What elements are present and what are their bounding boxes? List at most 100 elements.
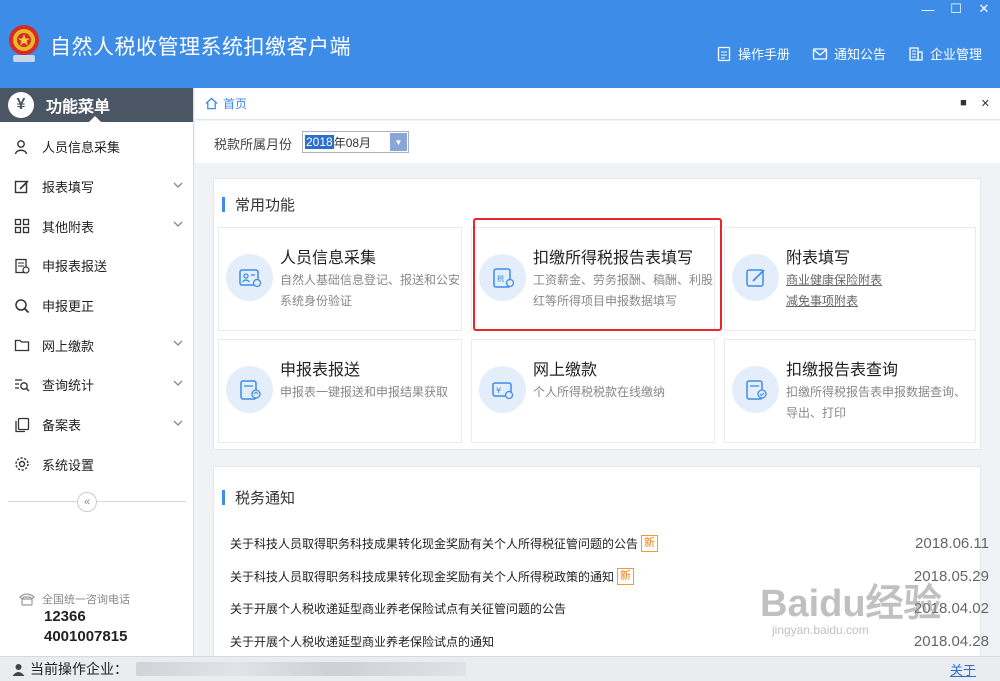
sidebar-item-label: 查询统计 bbox=[42, 378, 95, 394]
card-desc: 扣缴所得税报告表申报数据查询、导出、打印 bbox=[786, 385, 967, 420]
notice-label: 通知公告 bbox=[833, 47, 886, 62]
company-name-redacted bbox=[136, 662, 466, 676]
sidebar-item-label: 备案表 bbox=[42, 418, 82, 434]
sidebar-item-label: 申报更正 bbox=[42, 299, 95, 315]
breadcrumb-home: 首页 bbox=[223, 97, 248, 111]
breadcrumb[interactable]: 首页 bbox=[205, 95, 247, 112]
report-query-icon bbox=[732, 366, 779, 413]
card-online-payment[interactable]: ¥ 网上缴款 个人所得税税款在线缴纳 bbox=[471, 339, 715, 443]
month-select[interactable]: 2018 年08月 ▼ bbox=[302, 131, 409, 153]
sidebar-item-label: 系统设置 bbox=[42, 457, 95, 473]
report-send-icon bbox=[15, 258, 30, 274]
user-icon bbox=[12, 663, 25, 676]
baidu-watermark: Baidu经验 jingyan.baidu.com bbox=[760, 572, 942, 637]
card-desc: 工资薪金、劳务报酬、稿酬、利股红等所得项目申报数据填写 bbox=[533, 273, 714, 308]
card-title: 网上缴款 bbox=[533, 362, 598, 379]
company-label: 企业管理 bbox=[929, 47, 982, 62]
sidebar-menu: 人员信息采集 报表填写 其他附表 申报表报送 申报更正 网上缴款 查询统计 备案… bbox=[0, 127, 193, 484]
close-tab-icon[interactable]: ✕ bbox=[981, 97, 990, 110]
status-bar: 当前操作企业： 关于 bbox=[0, 656, 1000, 681]
card-desc: 自然人基础信息登记、报送和公安系统身份验证 bbox=[280, 273, 461, 308]
new-badge: 新 bbox=[641, 534, 659, 552]
reduction-attachment-link[interactable]: 减免事项附表 bbox=[786, 291, 976, 312]
sidebar-item-online-payment[interactable]: 网上缴款 bbox=[0, 325, 193, 365]
watermark-brand: Baidu经验 bbox=[760, 583, 942, 625]
yen-icon: ¥ bbox=[8, 92, 34, 118]
chevron-down-icon bbox=[173, 380, 183, 387]
month-label: 税款所属月份 bbox=[214, 137, 293, 152]
sidebar-item-filing[interactable]: 备案表 bbox=[0, 405, 193, 445]
common-functions-title: 常用功能 bbox=[235, 197, 296, 214]
tax-notice-title: 税务通知 bbox=[235, 490, 296, 507]
report-send-icon bbox=[226, 366, 273, 413]
sidebar-item-report-send[interactable]: 申报表报送 bbox=[0, 246, 193, 286]
card-desc: 申报表一键报送和申报结果获取 bbox=[280, 385, 449, 399]
breadcrumb-bar: 首页 ■ ✕ bbox=[195, 88, 1000, 120]
dropdown-arrow-icon[interactable]: ▼ bbox=[390, 133, 407, 151]
notice-text: 关于科技人员取得职务科技成果转化现金奖励有关个人所得税政策的通知 bbox=[230, 569, 615, 584]
about-link[interactable]: 关于 bbox=[950, 660, 976, 679]
sidebar-item-personnel[interactable]: 人员信息采集 bbox=[0, 127, 193, 167]
title-accent bbox=[222, 490, 225, 505]
sidebar-header: ¥ 功能菜单 bbox=[0, 88, 193, 123]
tax-form-icon: 税 bbox=[479, 254, 526, 301]
notice-text: 关于开展个人税收递延型商业养老保险试点有关征管问题的公告 bbox=[230, 602, 567, 617]
close-icon[interactable]: ✕ bbox=[976, 1, 992, 16]
home-icon bbox=[205, 97, 218, 110]
new-badge: 新 bbox=[617, 567, 635, 585]
sidebar-item-query[interactable]: 查询统计 bbox=[0, 365, 193, 405]
top-nav: 操作手册 通知公告 企业管理 bbox=[716, 44, 982, 63]
card-title: 扣缴报告表查询 bbox=[786, 362, 899, 379]
gear-icon bbox=[15, 457, 29, 472]
card-title: 人员信息采集 bbox=[280, 250, 377, 267]
payment-icon: ¥ bbox=[479, 366, 526, 413]
month-bar: 税款所属月份 2018 年08月 ▼ bbox=[195, 121, 1000, 163]
card-title: 扣缴所得税报告表填写 bbox=[533, 250, 694, 267]
notice-text: 关于科技人员取得职务科技成果转化现金奖励有关个人所得税征管问题的公告 bbox=[230, 536, 639, 551]
copy-icon bbox=[15, 417, 30, 432]
notice-link[interactable]: 通知公告 bbox=[812, 44, 886, 63]
notice-date: 2018.06.11 bbox=[915, 535, 989, 552]
month-year-selected: 2018 bbox=[305, 135, 334, 149]
notice-item[interactable]: 关于科技人员取得职务科技成果转化现金奖励有关个人所得税征管问题的公告 新 201… bbox=[230, 527, 989, 560]
company-link[interactable]: 企业管理 bbox=[908, 44, 982, 63]
card-withholding-report[interactable]: 税 扣缴所得税报告表填写 工资薪金、劳务报酬、稿酬、利股红等所得项目申报数据填写 bbox=[471, 227, 715, 331]
card-title: 申报表报送 bbox=[280, 362, 361, 379]
app-title: 自然人税收管理系统扣缴客户端 bbox=[50, 36, 351, 59]
phone-icon bbox=[19, 593, 35, 606]
card-report-send[interactable]: 申报表报送 申报表一键报送和申报结果获取 bbox=[218, 339, 462, 443]
sidebar-item-label: 其他附表 bbox=[42, 219, 95, 235]
card-attachment-fill[interactable]: 附表填写 商业健康保险附表 减免事项附表 bbox=[724, 227, 976, 331]
month-rest: 年08月 bbox=[333, 135, 372, 150]
card-desc: 个人所得税税款在线缴纳 bbox=[533, 385, 666, 399]
id-card-icon bbox=[226, 254, 273, 301]
edit-icon bbox=[14, 179, 29, 193]
hotline: 全国统一咨询电话 12366 4001007815 bbox=[18, 591, 130, 647]
collapse-button[interactable]: « bbox=[77, 492, 97, 512]
sidebar-item-report-fill[interactable]: 报表填写 bbox=[0, 167, 193, 207]
hotline-number-1: 12366 bbox=[44, 608, 86, 625]
restore-icon[interactable]: ■ bbox=[960, 97, 967, 110]
query-icon bbox=[15, 379, 30, 392]
sidebar-item-other-attachments[interactable]: 其他附表 bbox=[0, 206, 193, 246]
person-icon bbox=[14, 139, 28, 155]
window-controls: — ☐ ✕ bbox=[920, 1, 992, 17]
card-title: 附表填写 bbox=[786, 250, 851, 267]
folder-icon bbox=[14, 340, 30, 352]
svg-text:税: 税 bbox=[497, 274, 504, 283]
sidebar-item-correction[interactable]: 申报更正 bbox=[0, 286, 193, 326]
manual-icon bbox=[717, 46, 731, 61]
sidebar-item-settings[interactable]: 系统设置 bbox=[0, 445, 193, 485]
manual-link[interactable]: 操作手册 bbox=[716, 44, 790, 63]
current-company: 当前操作企业： bbox=[12, 659, 128, 679]
sidebar: ¥ 功能菜单 人员信息采集 报表填写 其他附表 申报表报送 申报更正 网上缴款 bbox=[0, 88, 194, 656]
health-insurance-attachment-link[interactable]: 商业健康保险附表 bbox=[786, 270, 976, 291]
mail-icon bbox=[812, 47, 828, 60]
minimize-icon[interactable]: — bbox=[920, 2, 936, 17]
card-report-query[interactable]: 扣缴报告表查询 扣缴所得税报告表申报数据查询、导出、打印 bbox=[724, 339, 976, 443]
card-personnel-info[interactable]: 人员信息采集 自然人基础信息登记、报送和公安系统身份验证 bbox=[218, 227, 462, 331]
edit-form-icon bbox=[732, 254, 779, 301]
grid-icon bbox=[14, 219, 30, 234]
chevron-down-icon bbox=[173, 420, 183, 426]
maximize-icon[interactable]: ☐ bbox=[948, 1, 964, 16]
